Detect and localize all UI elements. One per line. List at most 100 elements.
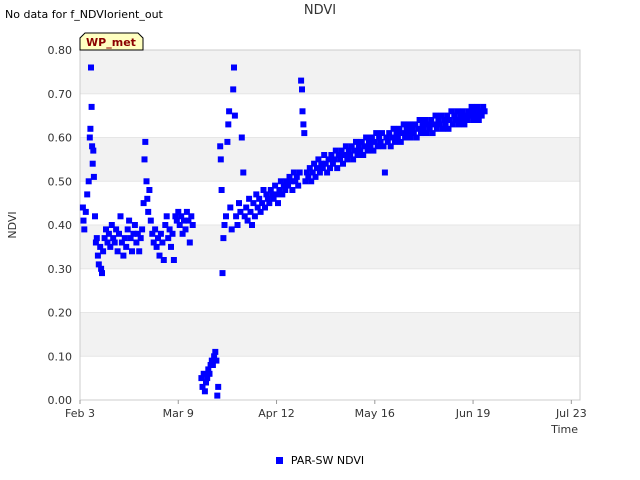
data-point (223, 213, 229, 220)
data-point (90, 173, 97, 180)
data-point (88, 103, 95, 110)
data-point (298, 77, 305, 84)
data-point (189, 222, 196, 228)
plot-band (80, 268, 580, 313)
data-point (84, 191, 91, 198)
x-tick-label: Jun 19 (455, 407, 491, 420)
x-tick-label: Mar 9 (163, 407, 194, 420)
plot-background-bands (80, 50, 580, 401)
data-point (139, 226, 146, 233)
data-point (147, 217, 154, 224)
data-point (160, 257, 167, 263)
y-tick-label: 0.70 (48, 88, 73, 101)
data-point (213, 357, 220, 364)
data-point (81, 226, 88, 233)
data-point (141, 156, 148, 163)
data-point (157, 230, 164, 237)
data-point (334, 165, 341, 172)
data-point (90, 147, 97, 154)
data-point (99, 270, 105, 277)
data-point (201, 388, 208, 395)
data-point (89, 160, 96, 167)
data-point (137, 235, 144, 242)
legend-label: PAR-SW NDVI (290, 454, 365, 467)
data-point (88, 64, 94, 71)
data-point (169, 230, 176, 237)
x-axis-ticks: Feb 3 Mar 9 Apr 12 May 16 Jun 19 Jul 23 (65, 400, 587, 420)
data-point (214, 392, 221, 399)
data-point (82, 208, 89, 215)
data-point (126, 217, 133, 224)
data-point (215, 383, 222, 390)
data-point (146, 187, 153, 193)
data-point (231, 112, 238, 119)
data-point (275, 200, 281, 207)
data-point (251, 213, 258, 220)
station-badge-label: WP_met (86, 36, 136, 49)
data-point (300, 121, 307, 128)
data-point (219, 270, 226, 277)
data-point (163, 213, 170, 220)
legend: PAR-SW NDVI (0, 454, 640, 467)
data-point (86, 134, 93, 141)
data-point (145, 208, 152, 215)
ndvi-scatter-chart: 0.00 0.10 0.20 0.30 0.40 0.50 0.60 0.70 0.80 Feb… (6, 32, 587, 436)
y-tick-label: 0.40 (48, 219, 73, 232)
data-point (231, 64, 237, 71)
data-point (289, 187, 296, 193)
y-tick-label: 0.00 (48, 394, 73, 407)
data-point (124, 226, 131, 233)
y-tick-label: 0.80 (48, 44, 73, 57)
data-point (238, 134, 245, 141)
data-point (116, 230, 122, 237)
y-axis-label: NDVI (6, 211, 19, 238)
data-point (230, 86, 237, 93)
data-point (206, 370, 213, 377)
data-point (123, 243, 130, 250)
data-point (87, 125, 94, 132)
data-point (111, 239, 118, 246)
data-point (114, 248, 121, 255)
data-point (296, 169, 303, 176)
data-point (381, 169, 388, 176)
y-tick-label: 0.30 (48, 263, 73, 276)
data-point (217, 143, 224, 150)
data-point (144, 195, 151, 202)
data-point (168, 243, 174, 250)
plot-band (80, 181, 580, 225)
plot-band (80, 93, 580, 138)
data-point (217, 156, 224, 163)
plot-band (80, 50, 580, 94)
data-point (85, 178, 92, 185)
station-badge: WP_met (79, 32, 144, 51)
legend-swatch (275, 457, 283, 464)
data-point (92, 213, 98, 220)
data-point (142, 138, 149, 145)
data-point (299, 86, 305, 93)
data-point (299, 108, 306, 115)
data-point (225, 121, 232, 128)
data-point (240, 169, 247, 176)
data-point (218, 187, 225, 193)
data-point (227, 204, 234, 211)
data-point (117, 213, 124, 220)
data-point (93, 235, 100, 242)
data-point (188, 213, 195, 220)
data-point (136, 248, 143, 255)
data-point (221, 222, 228, 228)
data-point (153, 243, 160, 250)
data-point (170, 257, 177, 263)
data-point (131, 222, 138, 228)
data-point (228, 226, 235, 233)
y-tick-label: 0.10 (48, 350, 73, 363)
data-point (224, 138, 231, 145)
data-point (236, 200, 242, 207)
y-tick-label: 0.20 (48, 307, 73, 320)
x-tick-label: Feb 3 (65, 407, 95, 420)
data-point (220, 235, 227, 242)
data-point (234, 222, 241, 228)
data-point (159, 239, 166, 246)
plot-band (80, 356, 580, 400)
x-tick-label: May 16 (355, 407, 395, 420)
data-point (212, 348, 219, 355)
